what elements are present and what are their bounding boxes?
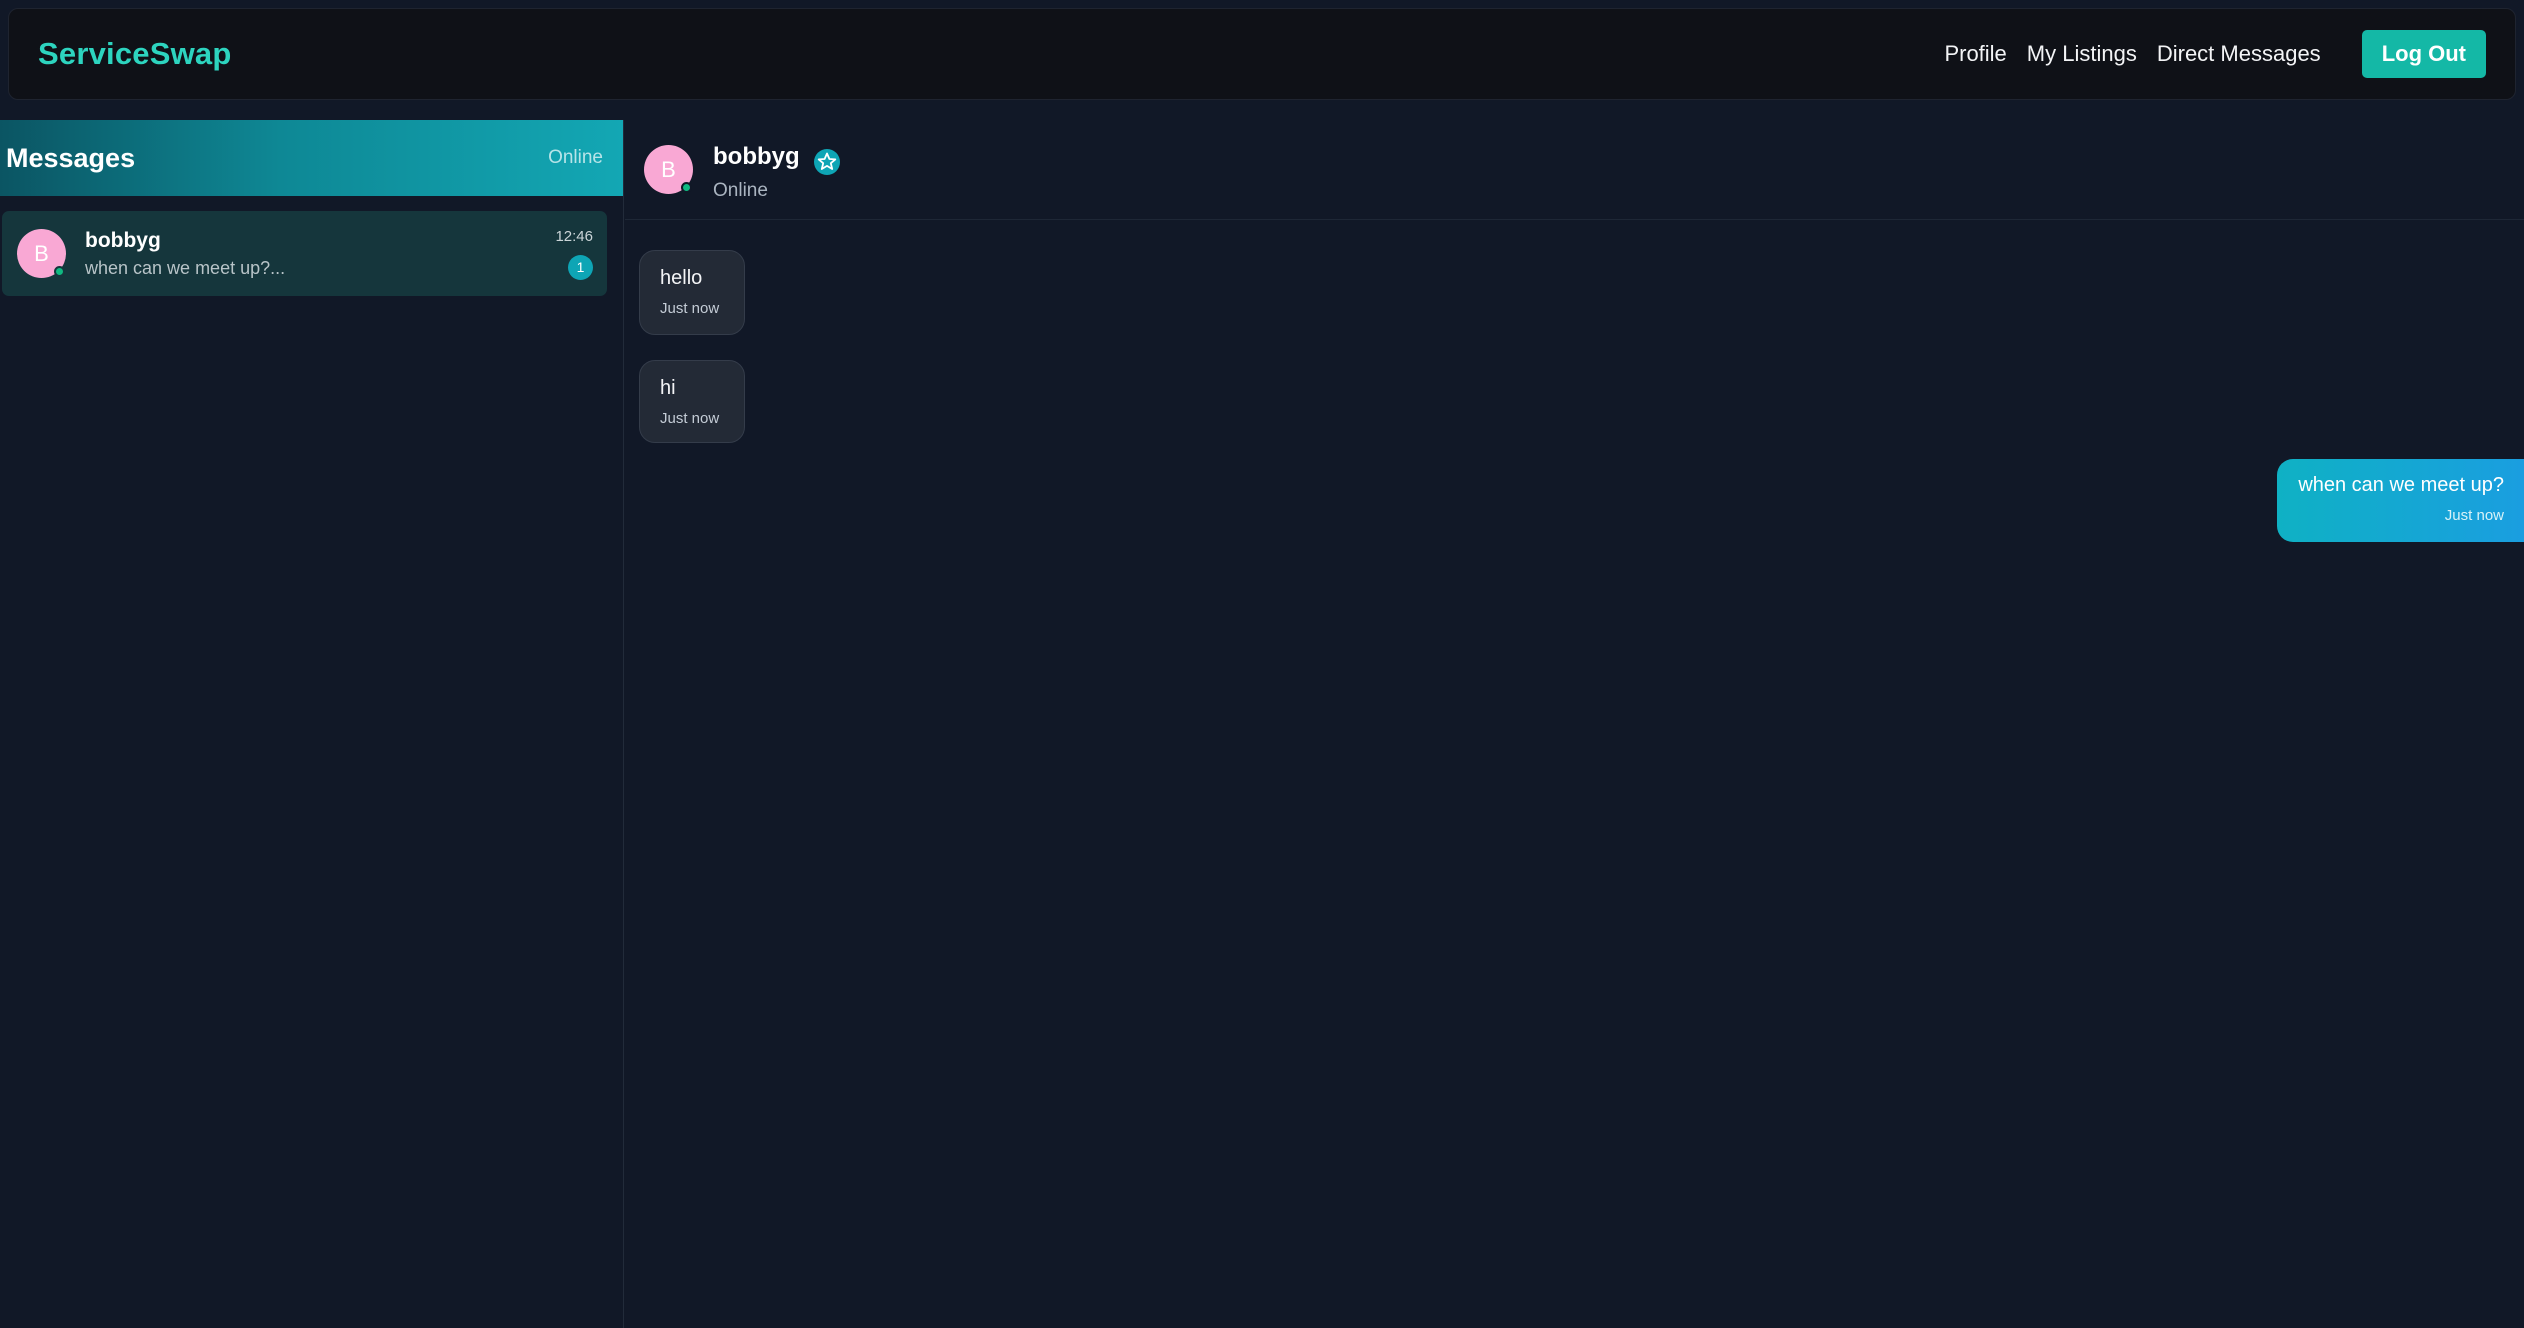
sidebar-title: Messages [6,142,136,173]
top-navbar: ServiceSwap Profile My Listings Direct M… [8,8,2516,100]
avatar: B [17,229,66,278]
message-time: Just now [660,410,720,427]
nav-profile-link[interactable]: Profile [1944,41,2006,67]
sidebar-header: Messages Online [0,120,623,196]
brand-logo[interactable]: ServiceSwap [38,36,231,72]
online-indicator [681,182,692,193]
conversation-item[interactable]: B bobbyg when can we meet up?... 12:46 1 [2,211,607,296]
nav-direct-messages-link[interactable]: Direct Messages [2157,41,2321,67]
message-incoming: hi Just now [639,360,745,443]
nav-my-listings-link[interactable]: My Listings [2027,41,2137,67]
message-time: Just now [660,300,720,317]
chat-header-text: bobbyg Online [713,138,841,202]
conversations-sidebar: Messages Online B bobbyg when can we mee… [0,120,624,1328]
avatar-letter: B [34,240,49,266]
star-badge-icon [813,148,840,175]
logout-button[interactable]: Log Out [2361,30,2486,78]
conversation-meta: 12:46 1 [555,228,593,280]
avatar-letter: B [661,156,676,182]
message-text: when can we meet up? [2298,474,2504,496]
chat-panel: B bobbyg Online hello Just now hi Just n… [625,120,2524,1328]
conversation-name: bobbyg [85,228,161,252]
conversation-time: 12:46 [555,227,593,245]
nav-links: Profile My Listings Direct Messages Log … [1924,30,2486,78]
message-text: hi [660,377,676,399]
chat-contact-name: bobbyg [713,142,800,170]
message-text: hello [660,267,703,289]
online-indicator [54,266,65,277]
chat-header: B bobbyg Online [625,120,2524,220]
unread-badge: 1 [568,254,593,280]
message-outgoing: when can we meet up? Just now [2277,459,2524,542]
chat-contact-status: Online [713,179,768,201]
avatar: B [644,145,693,194]
chat-name-row: bobbyg [713,138,841,176]
message-incoming: hello Just now [639,250,745,335]
sidebar-status: Online [548,147,603,168]
message-time: Just now [2444,507,2504,524]
conversation-preview: when can we meet up?... [85,257,286,278]
conversation-text: bobbyg when can we meet up?... [85,229,555,279]
